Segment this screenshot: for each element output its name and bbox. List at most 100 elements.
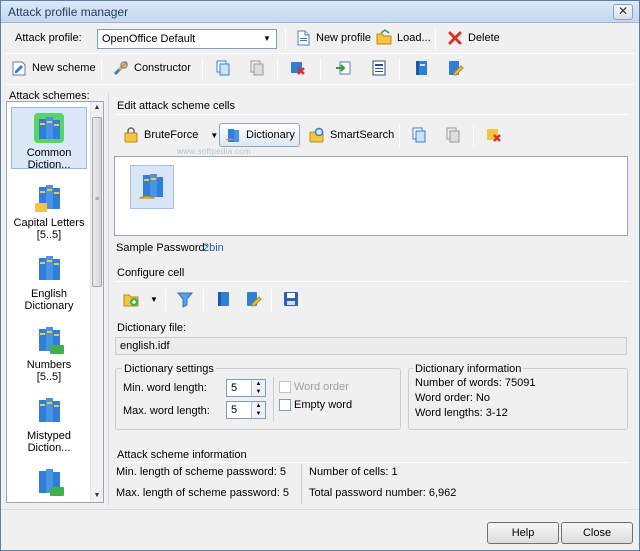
dictionary-cell[interactable] xyxy=(130,165,174,209)
attack-profile-value: OpenOffice Default xyxy=(102,33,196,45)
new-document-icon xyxy=(294,29,312,47)
paste-icon xyxy=(248,59,266,77)
books-abc-icon xyxy=(32,181,66,215)
scheme-item-capital-letters[interactable]: Capital Letters [5..5] xyxy=(11,178,87,241)
scheme-item-partial[interactable] xyxy=(11,462,87,502)
new-scheme-icon xyxy=(10,59,28,77)
scheme-list-scrollbar[interactable]: ▲ ≡ ▼ xyxy=(90,102,103,502)
scheme-item-label: Dictionary xyxy=(24,300,74,312)
copy-scheme-button[interactable] xyxy=(209,56,237,80)
load-label: Load... xyxy=(397,32,431,44)
toolbar-separator xyxy=(399,58,400,80)
scheme-item-label: [5..5] xyxy=(36,371,62,383)
divider xyxy=(115,281,629,282)
delete-cell-button[interactable] xyxy=(480,123,508,147)
dictionary-settings-group xyxy=(115,368,401,430)
scheme-item-common-dictionary[interactable]: Common Diction... xyxy=(11,107,87,171)
scroll-down-icon[interactable]: ▼ xyxy=(91,490,103,502)
paste-scheme-button[interactable] xyxy=(243,56,271,80)
toolbar-separator xyxy=(202,58,203,80)
dictionary-file-field[interactable]: english.idf xyxy=(115,337,627,355)
delete-scheme-button[interactable] xyxy=(284,56,312,80)
filter-button[interactable] xyxy=(171,287,199,311)
attack-schemes-list[interactable]: Common Diction... Capital Letters [5..5]… xyxy=(6,101,104,503)
edit-scheme-book-button[interactable] xyxy=(441,56,469,80)
book-icon xyxy=(214,290,232,308)
delete-profile-button[interactable]: Delete xyxy=(441,26,505,50)
chevron-down-icon[interactable]: ▼ xyxy=(150,295,158,304)
copy-icon xyxy=(214,59,232,77)
close-button[interactable]: Close xyxy=(561,522,633,544)
dictionary-label: Dictionary xyxy=(246,129,295,141)
window-close-button[interactable]: ✕ xyxy=(613,4,633,20)
open-book-button[interactable] xyxy=(209,287,237,311)
max-word-length-label: Max. word length: xyxy=(123,405,210,417)
divider xyxy=(5,53,635,54)
smartsearch-icon xyxy=(308,126,326,144)
dictionary-button[interactable]: Dictionary xyxy=(219,123,300,147)
chevron-down-icon[interactable]: ▼ xyxy=(260,32,274,46)
scheme-item-mistyped-dictionary[interactable]: Mistyped Diction... xyxy=(11,391,87,454)
scheme-item-numbers[interactable]: Numbers [5..5] xyxy=(11,320,87,383)
toolbar-separator xyxy=(285,28,286,50)
empty-word-checkbox[interactable]: Empty word xyxy=(279,399,352,411)
bruteforce-icon xyxy=(122,126,140,144)
attack-profile-select[interactable]: OpenOffice Default ▼ xyxy=(97,29,277,49)
checkbox-box[interactable] xyxy=(279,399,291,411)
min-word-length-stepper[interactable]: 5 ▲ ▼ xyxy=(226,379,266,397)
import-scheme-button[interactable] xyxy=(329,56,357,80)
dialog-footer: Help Close xyxy=(1,509,639,550)
scroll-up-icon[interactable]: ▲ xyxy=(91,102,103,114)
word-lengths-info: Word lengths: 3-12 xyxy=(415,407,508,419)
add-dictionary-button[interactable]: ▼ xyxy=(117,287,163,311)
scheme-book-button[interactable] xyxy=(407,56,435,80)
tools-icon xyxy=(112,59,130,77)
copy-cell-button[interactable] xyxy=(405,123,433,147)
bruteforce-label: BruteForce xyxy=(144,129,199,141)
min-scheme-password-length: Min. length of scheme password: 5 xyxy=(116,466,286,478)
divider xyxy=(5,84,635,85)
checkbox-box[interactable] xyxy=(279,381,291,393)
book-icon xyxy=(412,59,430,77)
scheme-item-label: Capital Letters xyxy=(13,217,85,229)
scheme-item-english-dictionary[interactable]: English Dictionary xyxy=(11,249,87,312)
new-scheme-button[interactable]: New scheme xyxy=(5,56,101,80)
bruteforce-button[interactable]: BruteForce ▼ xyxy=(117,123,223,147)
load-profile-button[interactable]: Load... xyxy=(370,26,436,50)
configure-cell-title: Configure cell xyxy=(117,267,185,279)
paste-cell-button[interactable] xyxy=(439,123,467,147)
toolbar-separator xyxy=(320,58,321,80)
edit-book-button[interactable] xyxy=(239,287,267,311)
new-profile-button[interactable]: New profile xyxy=(289,26,376,50)
edit-book-icon xyxy=(244,290,262,308)
constructor-label: Constructor xyxy=(134,62,191,74)
scroll-thumb[interactable]: ≡ xyxy=(92,117,102,287)
max-word-length-value: 5 xyxy=(231,404,238,416)
max-word-length-stepper[interactable]: 5 ▲ ▼ xyxy=(226,401,266,419)
word-order-info: Word order: No xyxy=(415,392,490,404)
help-button[interactable]: Help xyxy=(487,522,559,544)
add-folder-icon xyxy=(122,290,140,308)
constructor-button[interactable]: Constructor xyxy=(107,56,196,80)
copy-icon xyxy=(410,126,428,144)
export-scheme-button[interactable] xyxy=(365,56,393,80)
toolbar-separator xyxy=(277,58,278,80)
dictionary-file-label: Dictionary file: xyxy=(117,322,187,334)
panel-splitter[interactable] xyxy=(108,93,109,505)
books-numbers-icon xyxy=(32,465,66,499)
save-dictionary-button[interactable] xyxy=(277,287,305,311)
scheme-cells-area[interactable] xyxy=(114,156,628,236)
new-profile-label: New profile xyxy=(316,32,372,44)
min-word-length-label: Min. word length: xyxy=(123,382,207,394)
word-order-label: Word order xyxy=(294,381,349,393)
word-order-checkbox[interactable]: Word order xyxy=(279,381,349,393)
toolbar-separator xyxy=(271,289,272,311)
spin-arrows-icon[interactable]: ▲ ▼ xyxy=(251,402,265,418)
spin-arrows-icon[interactable]: ▲ ▼ xyxy=(251,380,265,396)
new-scheme-label: New scheme xyxy=(32,62,96,74)
dictionary-settings-title: Dictionary settings xyxy=(122,363,216,375)
delete-cell-icon xyxy=(485,126,503,144)
smartsearch-button[interactable]: SmartSearch xyxy=(303,123,399,147)
filter-funnel-icon xyxy=(176,290,194,308)
chevron-down-icon[interactable]: ▼ xyxy=(210,131,218,140)
